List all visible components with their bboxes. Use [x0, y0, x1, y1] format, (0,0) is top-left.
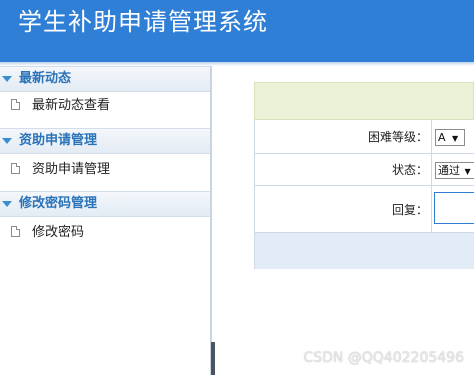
sidebar-group-aid-application[interactable]: 资助申请管理: [0, 128, 212, 154]
sidebar-item-label: 资助申请管理: [32, 162, 111, 177]
triangle-down-icon: [2, 138, 12, 144]
sidebar: 最新动态 最新动态查看 资助申请管理 资助申请管理 修改密码管理 修改密码: [0, 66, 212, 375]
form-footer-bar: [254, 233, 474, 269]
triangle-down-icon: [2, 76, 12, 82]
dropdown-arrow-icon: ▼: [464, 167, 471, 176]
reply-textarea[interactable]: [434, 192, 474, 224]
sidebar-divider: [210, 66, 212, 375]
status-value: 通过: [438, 164, 460, 177]
dropdown-arrow-icon: ▼: [452, 134, 459, 143]
difficulty-select[interactable]: A ▼: [435, 129, 465, 146]
form-header-bar: [254, 82, 474, 120]
sidebar-group-label: 最新动态: [19, 71, 72, 86]
sidebar-group-label: 修改密码管理: [19, 196, 98, 211]
status-label: 状态：: [391, 163, 428, 177]
document-icon: [11, 163, 20, 174]
scrollbar[interactable]: [211, 342, 215, 375]
document-icon: [11, 99, 20, 110]
cell-divider: [431, 120, 432, 153]
status-select[interactable]: 通过 ▼: [435, 162, 474, 179]
difficulty-value: A: [438, 131, 446, 144]
form-row-difficulty: 困难等级： A ▼: [254, 120, 474, 154]
form-row-status: 状态： 通过 ▼: [254, 154, 474, 186]
form-row-reply: 回复：: [254, 186, 474, 233]
document-icon: [11, 226, 20, 237]
difficulty-label: 困难等级：: [367, 130, 428, 144]
sidebar-item-latest-news-view[interactable]: 最新动态查看: [0, 93, 212, 119]
app-title: 学生补助申请管理系统: [18, 8, 268, 36]
sidebar-item-aid-application[interactable]: 资助申请管理: [0, 157, 212, 183]
watermark: CSDN @QQ402205496: [303, 350, 464, 366]
sidebar-group-latest-news[interactable]: 最新动态: [0, 66, 212, 92]
sidebar-group-password[interactable]: 修改密码管理: [0, 191, 212, 217]
sidebar-item-label: 最新动态查看: [32, 98, 111, 113]
sidebar-item-label: 修改密码: [32, 225, 85, 240]
cell-divider: [431, 186, 432, 232]
app-header: 学生补助申请管理系统: [0, 0, 474, 62]
reply-label: 回复：: [391, 203, 428, 217]
triangle-down-icon: [2, 201, 12, 207]
sidebar-item-change-password[interactable]: 修改密码: [0, 220, 212, 246]
sidebar-group-label: 资助申请管理: [19, 133, 98, 148]
cell-divider: [431, 154, 432, 185]
